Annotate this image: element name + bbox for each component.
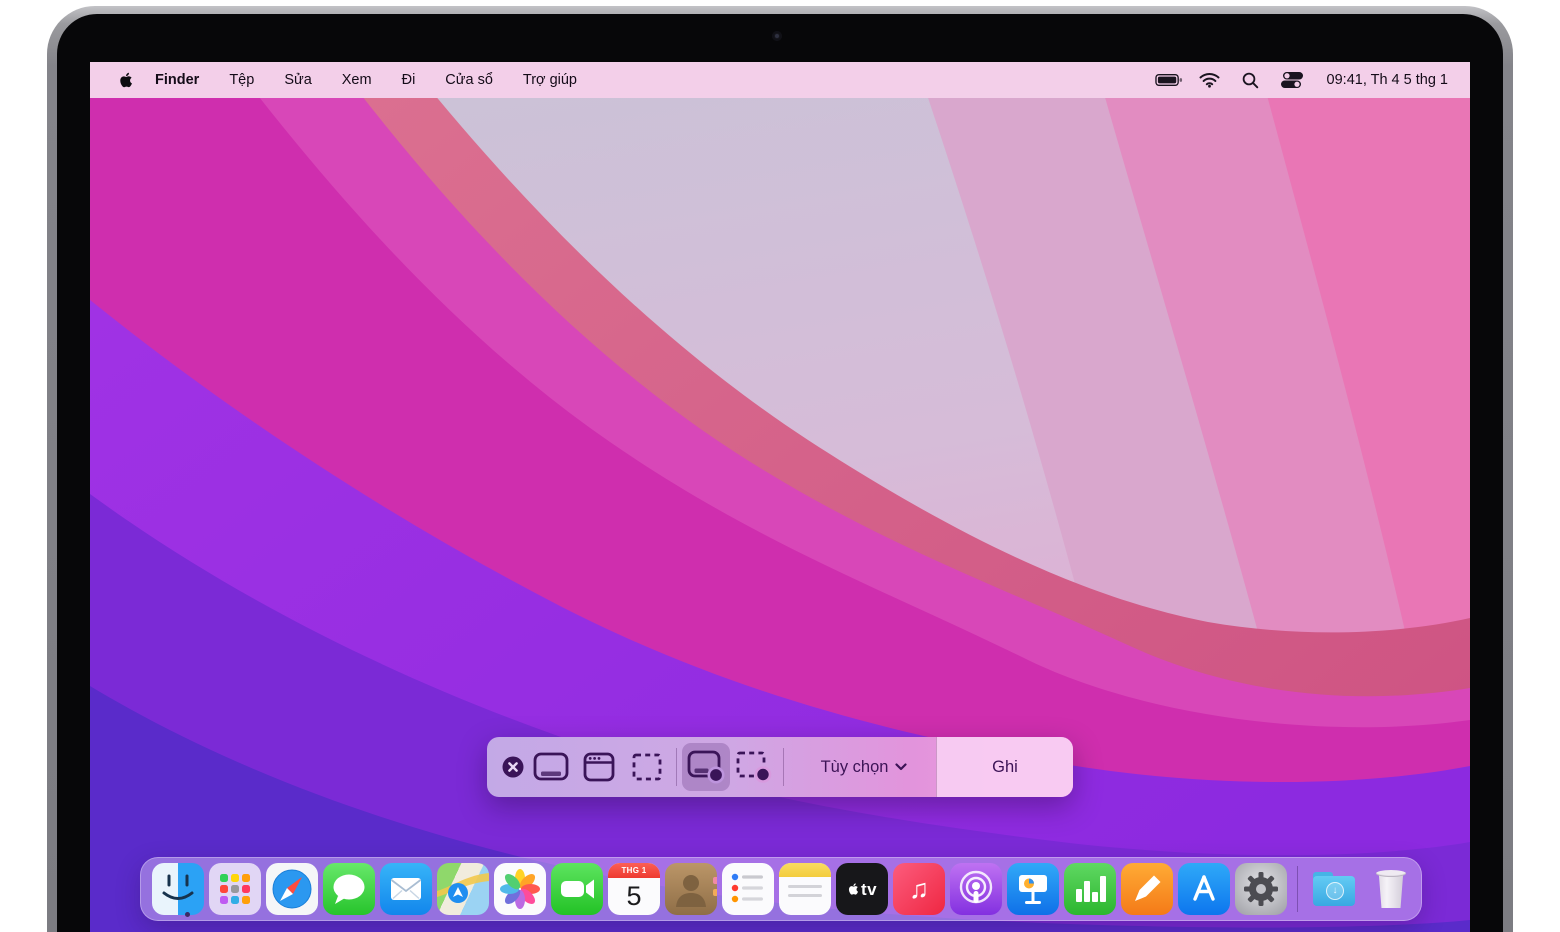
pen-icon bbox=[1121, 863, 1173, 915]
notes-header bbox=[779, 863, 831, 877]
person-silhouette-icon bbox=[665, 863, 717, 915]
tv-label: tv bbox=[861, 880, 877, 900]
menu-item-sua[interactable]: Sửa bbox=[284, 72, 311, 88]
dock-divider bbox=[1297, 866, 1298, 912]
dock-item-mail[interactable] bbox=[380, 863, 432, 915]
notes-line bbox=[788, 885, 822, 888]
dock-item-reminders[interactable] bbox=[722, 863, 774, 915]
calendar-month-label: THG 1 bbox=[608, 863, 660, 878]
dock-item-system-preferences[interactable] bbox=[1235, 863, 1287, 915]
dock-item-launchpad[interactable] bbox=[209, 863, 261, 915]
dock-item-calendar[interactable]: THG 1 5 bbox=[608, 863, 660, 915]
dock-item-music[interactable]: ♫ bbox=[893, 863, 945, 915]
record-selection-icon bbox=[734, 749, 774, 785]
capture-selection-icon bbox=[630, 751, 664, 783]
dock-item-finder[interactable] bbox=[152, 863, 204, 915]
download-arrow-icon: ↓ bbox=[1326, 882, 1344, 900]
photos-pinwheel-icon bbox=[494, 863, 546, 915]
dock-item-facetime[interactable] bbox=[551, 863, 603, 915]
dock-item-numbers[interactable] bbox=[1064, 863, 1116, 915]
dock-item-downloads[interactable]: ↓ bbox=[1308, 863, 1360, 915]
trash-rim bbox=[1376, 870, 1406, 877]
menu-item-xem[interactable]: Xem bbox=[342, 72, 372, 88]
wifi-icon[interactable] bbox=[1196, 69, 1224, 91]
dock-item-messages[interactable] bbox=[323, 863, 375, 915]
keynote-podium-icon bbox=[1007, 863, 1059, 915]
capture-selection-button[interactable] bbox=[623, 743, 671, 791]
menu-bar-status-area: 09:41, Th 4 5 thg 1 bbox=[1155, 69, 1448, 91]
contacts-tab bbox=[713, 877, 717, 884]
finder-icon bbox=[152, 863, 204, 915]
dock-item-safari[interactable] bbox=[266, 863, 318, 915]
toolbar-divider bbox=[676, 748, 677, 786]
menu-item-cua-so[interactable]: Cửa sổ bbox=[445, 72, 493, 88]
notes-line bbox=[788, 894, 822, 897]
close-button[interactable] bbox=[499, 743, 527, 791]
launchpad-icon bbox=[220, 874, 250, 904]
safari-compass-icon bbox=[266, 863, 318, 915]
speech-bubble-icon bbox=[323, 863, 375, 915]
options-dropdown[interactable]: Tùy chọn bbox=[789, 743, 939, 791]
record-button[interactable]: Ghi bbox=[936, 737, 1073, 797]
bar-chart-icon bbox=[1064, 863, 1116, 915]
record-selection-button[interactable] bbox=[730, 743, 778, 791]
calendar-day-label: 5 bbox=[608, 878, 660, 915]
options-label: Tùy chọn bbox=[821, 758, 889, 777]
trash-icon bbox=[1377, 872, 1405, 908]
contacts-tab bbox=[713, 889, 717, 896]
dock-item-trash[interactable] bbox=[1365, 863, 1417, 915]
video-camera-icon bbox=[551, 863, 603, 915]
facetime-camera bbox=[772, 31, 782, 41]
apple-logo-icon bbox=[847, 882, 859, 896]
spotlight-search-icon[interactable] bbox=[1237, 69, 1265, 91]
finder-running-indicator bbox=[185, 912, 190, 917]
capture-window-icon bbox=[581, 751, 617, 783]
music-note-icon: ♫ bbox=[909, 876, 929, 903]
checklist-icon bbox=[722, 863, 774, 915]
dock-item-tv[interactable]: tv bbox=[836, 863, 888, 915]
apple-menu[interactable] bbox=[118, 71, 133, 89]
dock-item-app-store[interactable] bbox=[1178, 863, 1230, 915]
chevron-down-icon bbox=[895, 763, 907, 771]
dock-item-photos[interactable] bbox=[494, 863, 546, 915]
screenshot-toolbar: Tùy chọn Ghi bbox=[487, 737, 1073, 797]
toolbar-divider bbox=[783, 748, 784, 786]
screen: Finder Tệp Sửa Xem Đi Cửa sổ Trợ giúp bbox=[90, 62, 1470, 932]
macos-desktop-screenshot: { "menu_bar": { "items": [ {"label": "Fi… bbox=[0, 0, 1560, 932]
capture-window-button[interactable] bbox=[575, 743, 623, 791]
dock-item-pages[interactable] bbox=[1121, 863, 1173, 915]
menu-bar-clock[interactable]: 09:41, Th 4 5 thg 1 bbox=[1327, 72, 1448, 88]
capture-entire-screen-button[interactable] bbox=[527, 743, 575, 791]
gear-icon bbox=[1235, 863, 1287, 915]
menu-item-tep[interactable]: Tệp bbox=[229, 72, 254, 88]
dock-item-keynote[interactable] bbox=[1007, 863, 1059, 915]
menu-item-tro-giup[interactable]: Trợ giúp bbox=[523, 72, 577, 88]
maps-icon bbox=[437, 863, 489, 915]
menu-bar: Finder Tệp Sửa Xem Đi Cửa sổ Trợ giúp bbox=[90, 62, 1470, 98]
dock: THG 1 5 bbox=[140, 857, 1422, 921]
record-screen-icon bbox=[686, 749, 726, 785]
envelope-icon bbox=[380, 863, 432, 915]
close-icon bbox=[501, 755, 525, 779]
podcasts-icon bbox=[950, 863, 1002, 915]
dock-item-maps[interactable] bbox=[437, 863, 489, 915]
apple-logo-icon bbox=[118, 71, 133, 89]
menu-item-di[interactable]: Đi bbox=[402, 72, 416, 88]
battery-icon[interactable] bbox=[1155, 69, 1183, 91]
dock-item-notes[interactable] bbox=[779, 863, 831, 915]
menu-item-finder[interactable]: Finder bbox=[155, 72, 199, 88]
dock-item-contacts[interactable] bbox=[665, 863, 717, 915]
dock-item-podcasts[interactable] bbox=[950, 863, 1002, 915]
monterey-wallpaper bbox=[90, 62, 1470, 932]
record-entire-screen-button[interactable] bbox=[682, 743, 730, 791]
capture-screen-icon bbox=[532, 751, 570, 783]
app-store-a-icon bbox=[1178, 863, 1230, 915]
control-center-icon[interactable] bbox=[1278, 69, 1306, 91]
